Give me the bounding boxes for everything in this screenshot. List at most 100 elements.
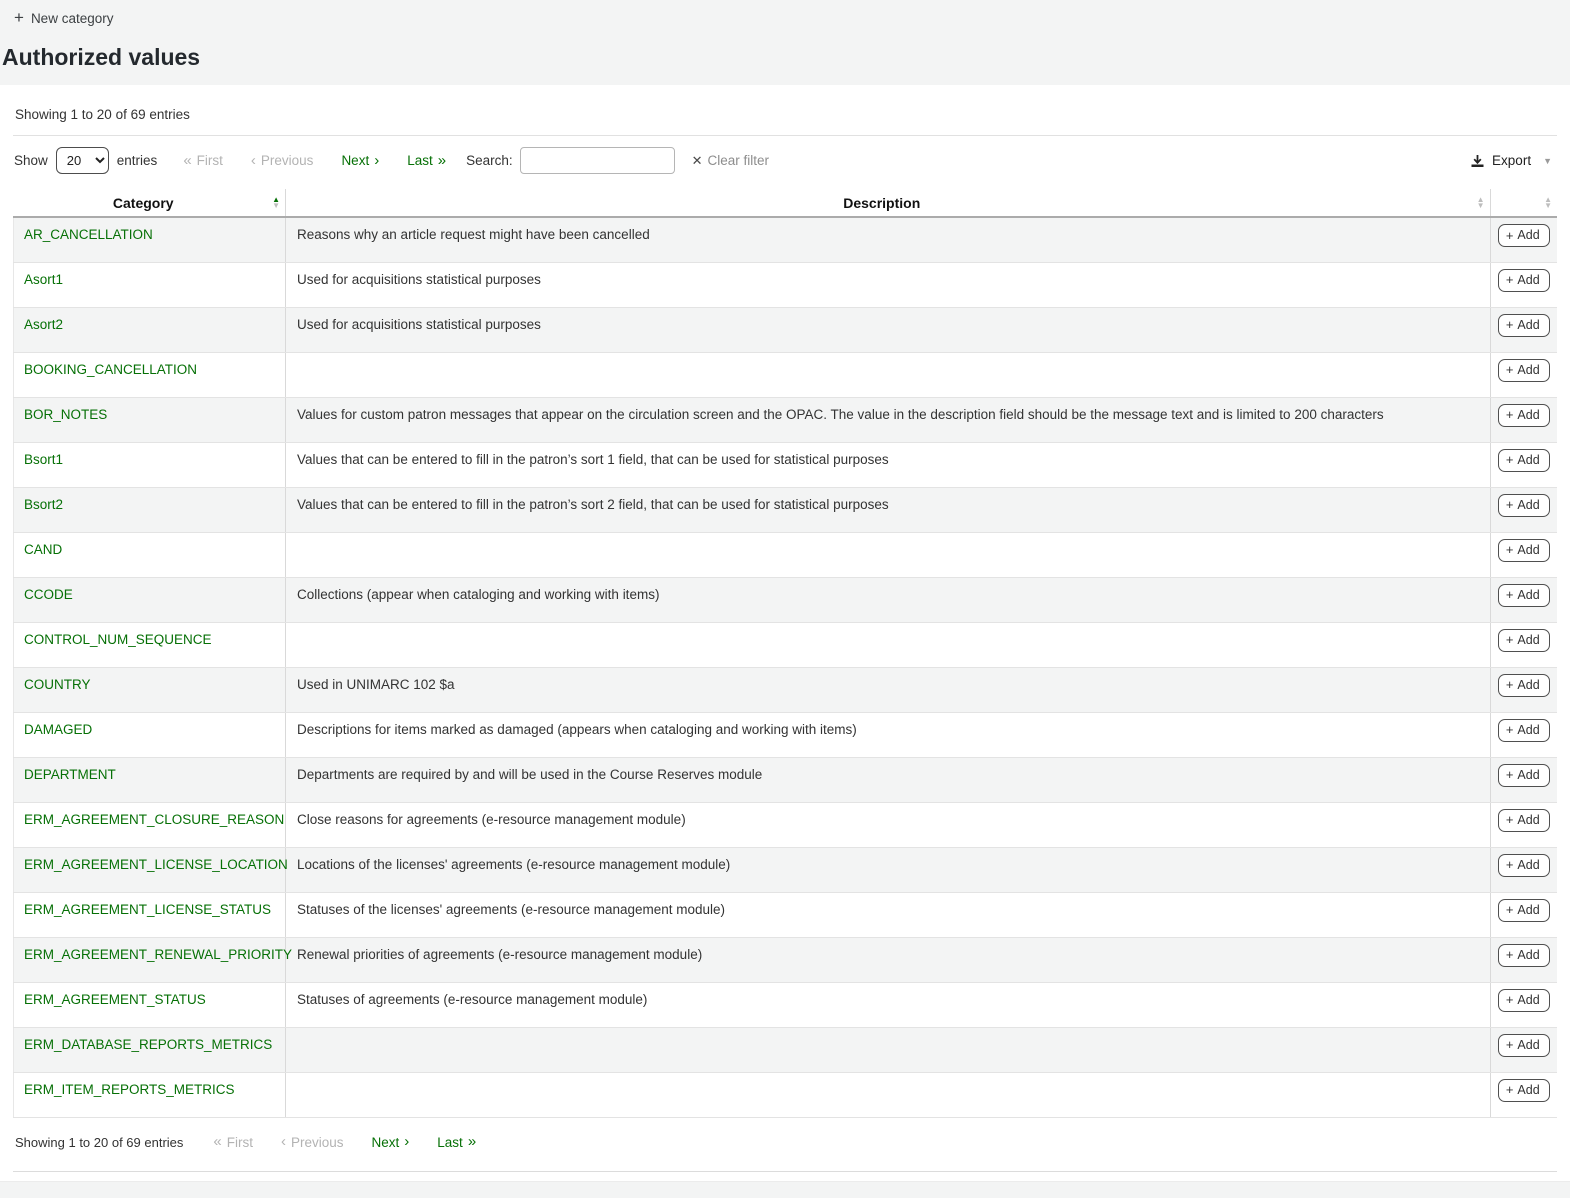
add-value-button[interactable]: + Add (1498, 719, 1550, 742)
category-cell: Asort1 (14, 262, 286, 307)
page-footer (0, 1181, 1570, 1198)
add-value-button[interactable]: + Add (1498, 989, 1550, 1012)
plus-icon: + (1506, 1039, 1514, 1050)
sort-desc-icon: ▼ (1544, 203, 1552, 209)
pagination-next-button[interactable]: Next › (341, 153, 379, 168)
add-value-button[interactable]: + Add (1498, 809, 1550, 832)
category-link[interactable]: ERM_AGREEMENT_STATUS (24, 992, 206, 1007)
actions-cell: + Add (1490, 757, 1557, 802)
category-cell: Bsort1 (14, 442, 286, 487)
plus-icon: + (1506, 589, 1514, 600)
category-link[interactable]: DEPARTMENT (24, 767, 116, 782)
description-cell: Locations of the licenses' agreements (e… (286, 847, 1491, 892)
category-link[interactable]: ERM_AGREEMENT_LICENSE_LOCATION (24, 857, 288, 872)
actions-cell: + Add (1490, 1072, 1557, 1117)
add-value-button[interactable]: + Add (1498, 404, 1550, 427)
add-value-button[interactable]: + Add (1498, 854, 1550, 877)
description-text: Collections (appear when cataloging and … (297, 587, 659, 602)
column-header-description[interactable]: Description ▲ ▼ (286, 189, 1491, 217)
download-icon (1470, 154, 1485, 168)
page-length-select[interactable]: 20 (56, 147, 109, 174)
category-cell: BOOKING_CANCELLATION (14, 352, 286, 397)
actions-cell: + Add (1490, 937, 1557, 982)
category-link[interactable]: CCODE (24, 587, 73, 602)
table-info-top: Showing 1 to 20 of 69 entries (13, 85, 1557, 136)
add-value-button[interactable]: + Add (1498, 764, 1550, 787)
main-content: Showing 1 to 20 of 69 entries Show 20 en… (0, 85, 1570, 1172)
category-link[interactable]: ERM_AGREEMENT_RENEWAL_PRIORITY (24, 947, 292, 962)
plus-icon: + (1506, 230, 1514, 241)
category-link[interactable]: COUNTRY (24, 677, 91, 692)
category-link[interactable]: AR_CANCELLATION (24, 227, 153, 242)
category-link[interactable]: CONTROL_NUM_SEQUENCE (24, 632, 212, 647)
category-link[interactable]: Asort2 (24, 317, 63, 332)
table-row: CAND + Add (14, 532, 1558, 577)
description-cell: Departments are required by and will be … (286, 757, 1491, 802)
category-link[interactable]: Bsort2 (24, 497, 63, 512)
table-row: ERM_AGREEMENT_LICENSE_STATUS Statuses of… (14, 892, 1558, 937)
add-value-button[interactable]: + Add (1498, 1079, 1550, 1102)
plus-icon: + (1506, 949, 1514, 960)
table-row: ERM_AGREEMENT_LICENSE_LOCATION Locations… (14, 847, 1558, 892)
pagination-first-button[interactable]: « First (213, 1135, 253, 1150)
actions-cell: + Add (1490, 712, 1557, 757)
caret-down-icon: ▼ (1543, 156, 1552, 166)
clear-filter-button[interactable]: ✕ Clear filter (692, 153, 769, 168)
category-cell: DEPARTMENT (14, 757, 286, 802)
new-category-button[interactable]: + New category (14, 11, 113, 26)
add-value-button[interactable]: + Add (1498, 494, 1550, 517)
pagination-first-button[interactable]: « First (183, 153, 223, 168)
add-value-button[interactable]: + Add (1498, 944, 1550, 967)
plus-icon: + (1506, 1084, 1514, 1095)
column-header-actions[interactable]: ▲ ▼ (1490, 189, 1557, 217)
description-cell (286, 622, 1491, 667)
category-link[interactable]: ERM_ITEM_REPORTS_METRICS (24, 1082, 235, 1097)
divider (13, 1171, 1557, 1172)
add-value-button[interactable]: + Add (1498, 1034, 1550, 1057)
double-chevron-right-icon: » (438, 155, 446, 167)
add-value-button[interactable]: + Add (1498, 359, 1550, 382)
description-text: Statuses of the licenses' agreements (e-… (297, 902, 725, 917)
export-button[interactable]: Export ▼ (1470, 153, 1555, 168)
table-row: Bsort2 Values that can be entered to fil… (14, 487, 1558, 532)
plus-icon: + (1506, 274, 1514, 285)
category-link[interactable]: Bsort1 (24, 452, 63, 467)
category-link[interactable]: DAMAGED (24, 722, 92, 737)
plus-icon: + (1506, 679, 1514, 690)
pagination-next-button[interactable]: Next › (372, 1135, 410, 1150)
pagination-last-button[interactable]: Last » (437, 1135, 476, 1150)
category-link[interactable]: ERM_DATABASE_REPORTS_METRICS (24, 1037, 272, 1052)
category-cell: CONTROL_NUM_SEQUENCE (14, 622, 286, 667)
pagination-previous-button[interactable]: ‹ Previous (281, 1135, 344, 1150)
category-link[interactable]: ERM_AGREEMENT_CLOSURE_REASON (24, 812, 284, 827)
add-value-button[interactable]: + Add (1498, 674, 1550, 697)
search-input[interactable] (520, 147, 675, 174)
category-cell: ERM_ITEM_REPORTS_METRICS (14, 1072, 286, 1117)
category-link[interactable]: CAND (24, 542, 62, 557)
plus-icon: + (1506, 769, 1514, 780)
add-value-button[interactable]: + Add (1498, 224, 1550, 247)
datatable-controls: Show 20 entries « First ‹ Previous Next … (13, 136, 1557, 184)
add-value-button[interactable]: + Add (1498, 584, 1550, 607)
add-value-button[interactable]: + Add (1498, 539, 1550, 562)
add-value-button[interactable]: + Add (1498, 269, 1550, 292)
category-cell: CAND (14, 532, 286, 577)
category-link[interactable]: BOOKING_CANCELLATION (24, 362, 197, 377)
add-value-button[interactable]: + Add (1498, 449, 1550, 472)
category-link[interactable]: BOR_NOTES (24, 407, 107, 422)
chevron-right-icon: › (374, 155, 379, 167)
add-value-button[interactable]: + Add (1498, 629, 1550, 652)
x-icon: ✕ (692, 155, 703, 167)
description-cell (286, 1072, 1491, 1117)
new-category-label: New category (31, 11, 114, 26)
column-header-category[interactable]: Category ▲ ▼ (14, 189, 286, 217)
table-row: AR_CANCELLATION Reasons why an article r… (14, 217, 1558, 262)
category-link[interactable]: ERM_AGREEMENT_LICENSE_STATUS (24, 902, 271, 917)
pagination-previous-button[interactable]: ‹ Previous (251, 153, 314, 168)
add-value-button[interactable]: + Add (1498, 314, 1550, 337)
category-link[interactable]: Asort1 (24, 272, 63, 287)
category-cell: ERM_AGREEMENT_LICENSE_STATUS (14, 892, 286, 937)
search-group: Search: ✕ Clear filter (466, 147, 769, 174)
pagination-last-button[interactable]: Last » (407, 153, 446, 168)
add-value-button[interactable]: + Add (1498, 899, 1550, 922)
